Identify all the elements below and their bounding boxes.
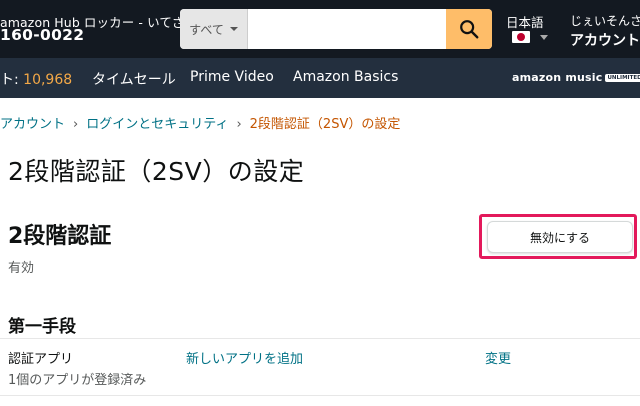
method-sub-text: 1個のアプリが登録済み [8,373,147,388]
search-category-dropdown[interactable]: すべて [180,9,248,49]
breadcrumb-separator: › [73,117,79,132]
top-header: amazon Hub ロッカー - いてざ 160-0022 すべて 日本語 じ… [0,0,640,58]
nav-item-prime-video[interactable]: Prime Video [190,69,274,85]
points-label: ト: [0,72,24,88]
breadcrumb-separator: › [236,117,242,132]
disable-button[interactable]: 無効にする [487,221,633,253]
account-greeting: じぇいそんさ [570,14,640,28]
search-bar: すべて [180,9,492,49]
language-selector[interactable]: 日本語 [506,12,556,52]
nav-item-amazon-basics[interactable]: Amazon Basics [293,69,398,85]
divider [0,338,640,339]
breadcrumb-current: 2段階認証（2SV）の設定 [249,117,401,132]
points-value: 10,968 [23,72,73,88]
status-text: 有効 [8,261,35,276]
add-app-link[interactable]: 新しいアプリを追加 [186,348,303,367]
chevron-down-icon [229,27,238,31]
divider [0,395,640,396]
breadcrumb-login-security[interactable]: ログインとセキュリティ [86,117,228,132]
search-input[interactable] [248,9,446,49]
points-display[interactable]: ト: 10,968 [0,69,72,89]
breadcrumb: アカウント › ログインとセキュリティ › 2段階認証（2SV）の設定 [0,113,400,132]
amazon-music-link[interactable]: amazon music UNLIMITED 1 [512,70,640,85]
breadcrumb-account[interactable]: アカウント [0,117,65,132]
page-title: 2段階認証（2SV）の設定 [8,157,305,186]
account-label: アカウント [570,33,640,49]
language-label: 日本語 [506,15,544,30]
change-link[interactable]: 変更 [485,348,511,367]
search-icon [460,20,479,39]
amazon-music-logo: amazon music [512,71,603,84]
first-method-title: 第一手段 [8,317,76,337]
search-button[interactable] [446,9,492,49]
nav-item-timesale[interactable]: タイムセール [92,69,176,89]
japan-flag-icon [512,31,530,43]
delivery-postal-code: 160-0022 [0,26,85,44]
section-title-2sv: 2段階認証 [8,224,112,249]
method-label: 認証アプリ [8,352,74,367]
account-menu[interactable]: じぇいそんさ アカウント [570,12,640,50]
music-unlimited-badge: UNLIMITED [605,73,640,82]
search-category-label: すべて [189,22,224,37]
nav-bar: ト: 10,968 タイムセール Prime Video Amazon Basi… [0,58,640,98]
chevron-down-icon [540,35,548,40]
